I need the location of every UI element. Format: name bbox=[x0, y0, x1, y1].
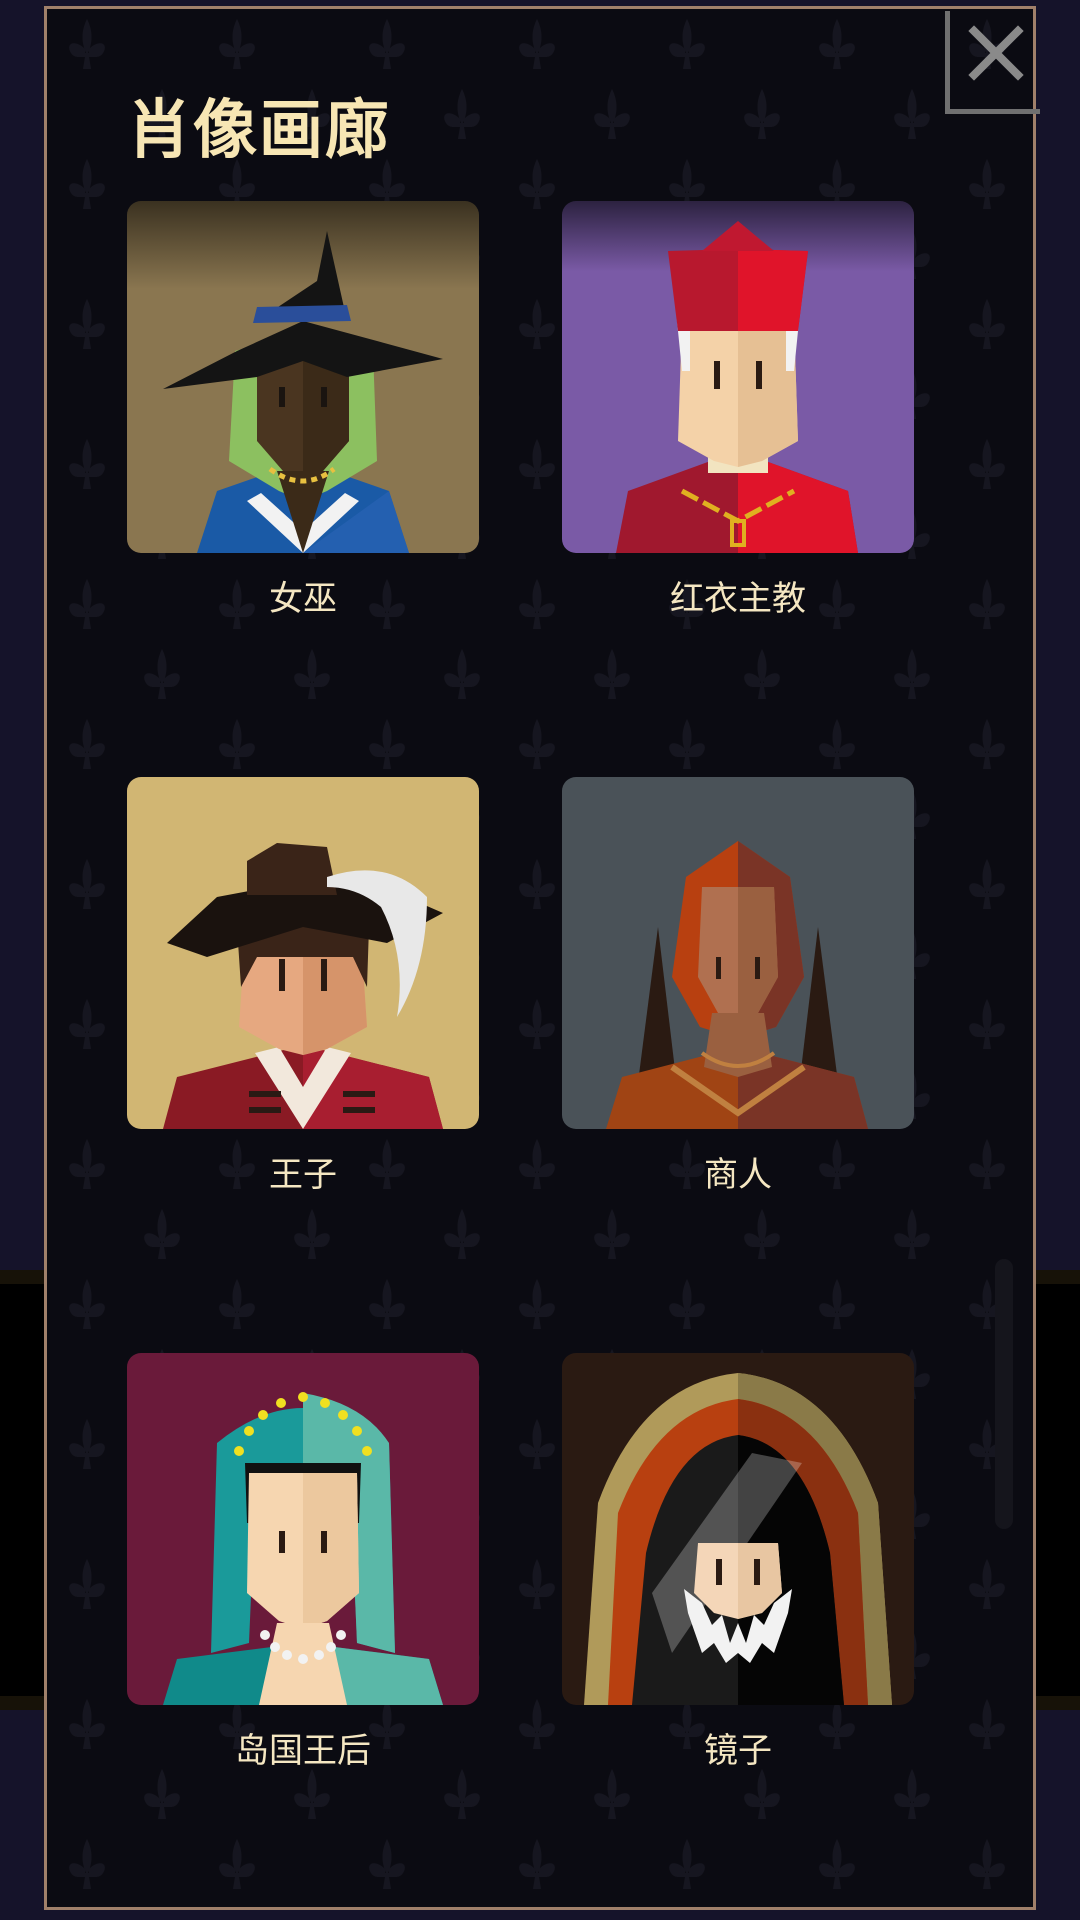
portrait-card-mirror[interactable]: 镜子 bbox=[562, 1353, 914, 1772]
portrait-label: 王子 bbox=[269, 1155, 337, 1195]
portrait-card-merchant[interactable]: 商人 bbox=[562, 777, 914, 1196]
island-queen-portrait bbox=[127, 1353, 479, 1705]
portrait-card-witch[interactable]: 女巫 bbox=[127, 201, 479, 620]
cardinal-portrait bbox=[562, 201, 914, 553]
witch-portrait bbox=[127, 201, 479, 553]
close-icon bbox=[968, 25, 1024, 81]
side-band-left bbox=[0, 1270, 46, 1710]
portrait-label: 红衣主教 bbox=[670, 579, 806, 619]
portrait-label: 商人 bbox=[704, 1155, 772, 1195]
gallery-title: 肖像画廊 bbox=[127, 94, 391, 168]
portrait-label: 女巫 bbox=[269, 579, 337, 619]
mirror-portrait bbox=[562, 1353, 914, 1705]
merchant-portrait bbox=[562, 777, 914, 1129]
close-button[interactable] bbox=[945, 11, 1040, 114]
gallery-panel: 肖像画廊 女巫 红衣主教 王子 商人 岛国王后 镜子 bbox=[44, 6, 1040, 1910]
portrait-label: 镜子 bbox=[704, 1731, 772, 1771]
portrait-card-island-queen[interactable]: 岛国王后 bbox=[127, 1353, 479, 1772]
portrait-label: 岛国王后 bbox=[235, 1731, 371, 1771]
scrollbar[interactable] bbox=[995, 1259, 1013, 1529]
prince-portrait bbox=[127, 777, 479, 1129]
portrait-card-prince[interactable]: 王子 bbox=[127, 777, 479, 1196]
side-band-right bbox=[1034, 1270, 1080, 1710]
portrait-card-cardinal[interactable]: 红衣主教 bbox=[562, 201, 914, 620]
